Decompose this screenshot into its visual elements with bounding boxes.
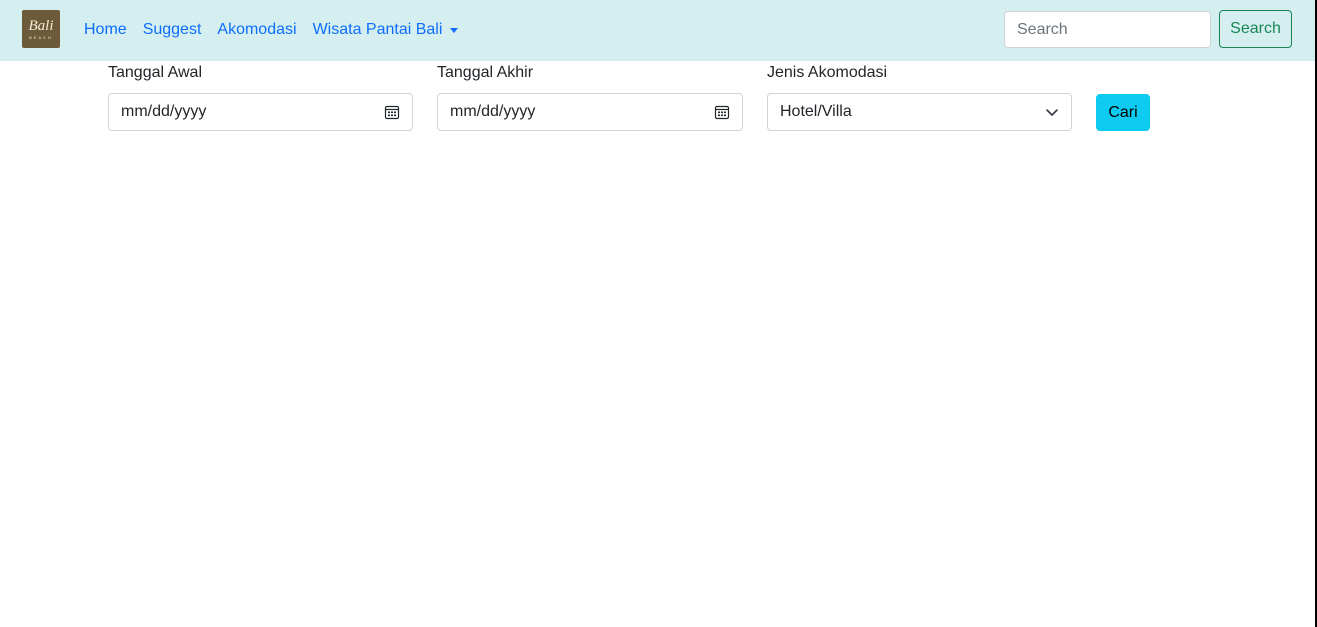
search-input[interactable]	[1004, 11, 1211, 48]
calendar-icon[interactable]	[714, 104, 730, 120]
end-date-value: mm/dd/yyyy	[450, 103, 536, 120]
logo-text: Bali	[28, 18, 54, 34]
nav-link-suggest[interactable]: Suggest	[143, 21, 202, 39]
brand-logo[interactable]: Bali BEACH	[22, 10, 60, 48]
end-date-input[interactable]: mm/dd/yyyy	[437, 93, 743, 131]
caret-down-icon	[450, 27, 459, 33]
accommodation-type-label: Jenis Akomodasi	[767, 64, 888, 81]
nav-link-akomodasi[interactable]: Akomodasi	[217, 21, 296, 39]
nav-link-home[interactable]: Home	[84, 21, 127, 39]
accommodation-type-select[interactable]: Hotel/Villa	[767, 93, 1072, 131]
calendar-icon[interactable]	[384, 104, 400, 120]
chevron-down-icon	[1046, 109, 1058, 116]
page: Bali BEACH Home Suggest Akomodasi Wisata…	[0, 0, 1317, 627]
search-button[interactable]: Search	[1219, 10, 1292, 48]
logo-subtext: BEACH	[29, 35, 53, 40]
start-date-input[interactable]: mm/dd/yyyy	[108, 93, 413, 131]
start-date-label: Tanggal Awal	[108, 64, 202, 81]
nav-dropdown-wisata-pantai-bali[interactable]: Wisata Pantai Bali	[313, 21, 459, 39]
nav-dropdown-label: Wisata Pantai Bali	[312, 21, 443, 38]
nav-links: Home Suggest Akomodasi Wisata Pantai Bal…	[84, 19, 474, 41]
navbar: Bali BEACH Home Suggest Akomodasi Wisata…	[0, 0, 1315, 61]
start-date-value: mm/dd/yyyy	[121, 103, 207, 120]
end-date-label: Tanggal Akhir	[437, 64, 534, 81]
accommodation-type-value: Hotel/Villa	[780, 103, 852, 120]
cari-button[interactable]: Cari	[1096, 94, 1150, 131]
